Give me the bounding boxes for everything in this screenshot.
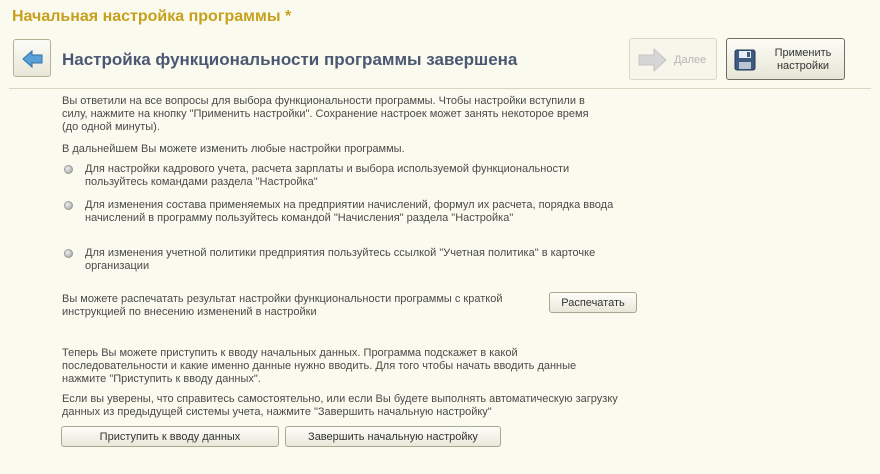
apply-settings-button[interactable]: Применить настройки: [726, 38, 845, 80]
window-title: Начальная настройка программы *: [12, 8, 292, 25]
bullet-text: Для настройки кадрового учета, расчета з…: [85, 163, 570, 188]
print-button[interactable]: Распечатать: [549, 292, 637, 313]
finish-setup-button[interactable]: Завершить начальную настройку: [285, 426, 501, 447]
bullet-text: Для изменения состава применяемых на пре…: [85, 199, 614, 224]
bullet-text: Для изменения учетной политики предприят…: [85, 247, 596, 272]
bullet-icon: [64, 201, 73, 210]
arrow-left-icon: [22, 49, 43, 69]
next-steps-text: Теперь Вы можете приступить к вводу нача…: [62, 347, 577, 385]
header-separator: [9, 88, 871, 89]
page-heading: Настройка функциональности программы зав…: [62, 50, 518, 69]
next-button-label: Далее: [674, 54, 707, 66]
finish-text: Если вы уверены, что справитесь самостоя…: [62, 393, 618, 418]
header-bar: Настройка функциональности программы зав…: [0, 34, 880, 88]
later-text: В дальнейшем Вы можете изменить любые на…: [62, 143, 405, 155]
start-data-entry-button[interactable]: Приступить к вводу данных: [61, 426, 279, 447]
next-button[interactable]: Далее: [629, 38, 717, 80]
apply-settings-label: Применить настройки: [774, 47, 832, 72]
floppy-disk-icon: [734, 49, 756, 71]
bullet-icon: [64, 249, 73, 258]
bullet-icon: [64, 165, 73, 174]
arrow-right-icon: [638, 47, 667, 73]
print-text: Вы можете распечатать результат настройк…: [62, 293, 503, 318]
intro-text: Вы ответили на все вопросы для выбора фу…: [62, 95, 589, 133]
back-button[interactable]: [13, 39, 51, 77]
